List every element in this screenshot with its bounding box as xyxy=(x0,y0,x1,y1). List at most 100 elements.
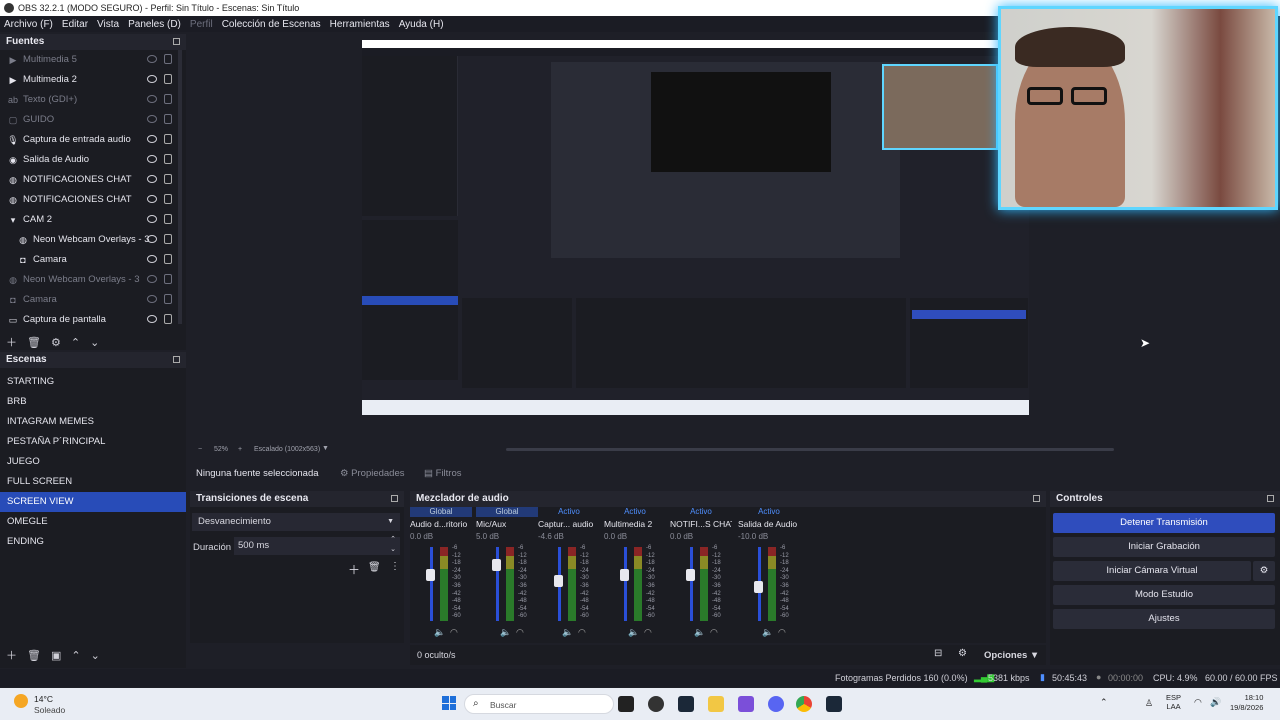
scene-item[interactable]: OMEGLE xyxy=(0,512,186,532)
lock-icon[interactable] xyxy=(164,234,172,244)
lock-icon[interactable] xyxy=(164,54,172,64)
mute-icon[interactable]: 🔈 xyxy=(562,627,573,638)
channel-name[interactable]: NOTIFI...S CHAT xyxy=(670,517,732,531)
headphone-icon[interactable]: ◠ xyxy=(710,627,718,638)
scene-up-icon[interactable]: ⌃ xyxy=(71,649,80,662)
visibility-eye-icon[interactable] xyxy=(147,215,157,223)
volume-icon[interactable]: 🔊 xyxy=(1210,697,1221,708)
visibility-eye-icon[interactable] xyxy=(147,195,157,203)
move-up-icon[interactable]: ⌃ xyxy=(71,336,80,349)
source-item[interactable]: ◍ NOTIFICACIONES CHAT xyxy=(0,190,186,210)
visibility-eye-icon[interactable] xyxy=(147,155,157,163)
volume-slider[interactable] xyxy=(496,547,499,621)
remove-source-icon[interactable]: 🗑 xyxy=(27,336,41,349)
scene-item[interactable]: BRB xyxy=(0,392,186,412)
source-item[interactable]: ◍ Neon Webcam Overlays - 3 xyxy=(0,270,186,290)
transition-select[interactable]: Desvanecimiento ▼ xyxy=(192,513,400,531)
menu-editar[interactable]: Editar xyxy=(62,19,88,30)
scene-item[interactable]: SCREEN VIEW xyxy=(0,492,186,512)
source-item[interactable]: ▾ CAM 2 xyxy=(0,210,186,230)
lock-icon[interactable] xyxy=(164,134,172,144)
volume-knob[interactable] xyxy=(492,559,501,572)
visibility-eye-icon[interactable] xyxy=(147,95,157,103)
headphone-icon[interactable]: ◠ xyxy=(644,627,652,638)
remove-scene-icon[interactable]: 🗑 xyxy=(27,649,41,662)
visibility-eye-icon[interactable] xyxy=(147,135,157,143)
discord-icon[interactable] xyxy=(768,696,784,712)
volume-knob[interactable] xyxy=(686,568,695,581)
mute-icon[interactable]: 🔈 xyxy=(762,627,773,638)
source-item[interactable]: ◘ Camara xyxy=(0,290,186,310)
virtual-camera-button[interactable]: Iniciar Cámara Virtual xyxy=(1053,561,1251,581)
source-settings-icon[interactable]: ⚙ xyxy=(51,336,61,349)
source-item[interactable]: ◍ NOTIFICACIONES CHAT xyxy=(0,170,186,190)
lock-icon[interactable] xyxy=(164,154,172,164)
visibility-eye-icon[interactable] xyxy=(147,115,157,123)
visibility-eye-icon[interactable] xyxy=(147,55,157,63)
undock-icon[interactable] xyxy=(391,495,398,502)
visibility-eye-icon[interactable] xyxy=(147,275,157,283)
visibility-eye-icon[interactable] xyxy=(147,75,157,83)
menu-archivo[interactable]: Archivo (F) xyxy=(4,19,53,30)
mixer-options-button[interactable]: Opciones ▼ xyxy=(984,650,1039,661)
source-item[interactable]: ab Texto (GDI+) xyxy=(0,90,186,110)
steam-icon[interactable] xyxy=(678,696,694,712)
mute-icon[interactable]: 🔈 xyxy=(694,627,705,638)
source-item[interactable]: ▶ Multimedia 5 xyxy=(0,50,186,70)
lock-icon[interactable] xyxy=(164,74,172,84)
lock-icon[interactable] xyxy=(164,294,172,304)
scene-item[interactable]: PESTAÑA P´RINCIPAL xyxy=(0,432,186,452)
headphone-icon[interactable]: ◠ xyxy=(516,627,524,638)
language-indicator[interactable]: ESP LAA xyxy=(1166,693,1181,711)
properties-button[interactable]: ⚙ Propiedades xyxy=(340,468,405,479)
channel-name[interactable]: Salida de Audio xyxy=(738,517,800,531)
channel-name[interactable]: Mic/Aux xyxy=(476,517,538,531)
filters-button[interactable]: ▤ Filtros xyxy=(424,468,462,479)
clock[interactable]: 18:10 19/8/2026 xyxy=(1230,693,1263,713)
studio-mode-button[interactable]: Modo Estudio xyxy=(1053,585,1275,605)
channel-name[interactable]: Audio d...ritorio xyxy=(410,517,472,531)
app-icon[interactable] xyxy=(738,696,754,712)
channel-name[interactable]: Multimedia 2 xyxy=(604,517,666,531)
lock-icon[interactable] xyxy=(164,314,172,324)
windows-start-icon[interactable] xyxy=(442,696,456,710)
lock-icon[interactable] xyxy=(164,94,172,104)
wifi-icon[interactable]: ◠ xyxy=(1194,697,1202,708)
volume-knob[interactable] xyxy=(754,581,763,594)
undock-icon[interactable] xyxy=(1033,495,1040,502)
volume-slider[interactable] xyxy=(624,547,627,621)
scene-item[interactable]: STARTING xyxy=(0,372,186,392)
sources-scrollbar[interactable] xyxy=(178,50,182,324)
source-item[interactable]: ▢ GUIDO xyxy=(0,110,186,130)
zoom-in-icon[interactable]: + xyxy=(238,446,242,453)
transition-menu-icon[interactable]: ⋮ xyxy=(390,561,400,572)
menu-herramientas[interactable]: Herramientas xyxy=(330,19,390,30)
mute-icon[interactable]: 🔈 xyxy=(500,627,511,638)
menu-paneles[interactable]: Paneles (D) xyxy=(128,19,181,30)
duration-input[interactable]: 500 ms ⌃ ⌄ xyxy=(234,535,400,555)
source-item[interactable]: ▭ Captura de pantalla xyxy=(0,310,186,330)
volume-knob[interactable] xyxy=(426,568,435,581)
mute-icon[interactable]: 🔈 xyxy=(628,627,639,638)
add-scene-icon[interactable]: ＋ xyxy=(6,647,17,663)
headphone-icon[interactable]: ◠ xyxy=(778,627,786,638)
scene-down-icon[interactable]: ⌄ xyxy=(91,649,100,662)
visibility-eye-icon[interactable] xyxy=(147,295,157,303)
headphone-icon[interactable]: ◠ xyxy=(450,627,458,638)
scaling-dropdown-icon[interactable]: ▼ xyxy=(322,445,329,452)
source-item[interactable]: 🎙 Captura de entrada audio xyxy=(0,130,186,150)
lock-icon[interactable] xyxy=(164,214,172,224)
menu-coleccion-escenas[interactable]: Colección de Escenas xyxy=(222,19,321,30)
lock-icon[interactable] xyxy=(164,194,172,204)
chrome-icon[interactable] xyxy=(796,696,812,712)
remove-transition-icon[interactable]: 🗑 xyxy=(368,562,381,573)
source-item[interactable]: ◘ Camara xyxy=(0,250,186,270)
folder-icon[interactable] xyxy=(708,696,724,712)
zoom-out-icon[interactable]: − xyxy=(198,446,202,453)
source-item[interactable]: ◍ Neon Webcam Overlays - 3 xyxy=(0,230,186,250)
scene-item[interactable]: INTAGRAM MEMES xyxy=(0,412,186,432)
stepper-icon[interactable]: ⌃ ⌄ xyxy=(390,535,396,555)
visibility-eye-icon[interactable] xyxy=(147,235,157,243)
menu-vista[interactable]: Vista xyxy=(97,19,119,30)
visibility-eye-icon[interactable] xyxy=(147,255,157,263)
